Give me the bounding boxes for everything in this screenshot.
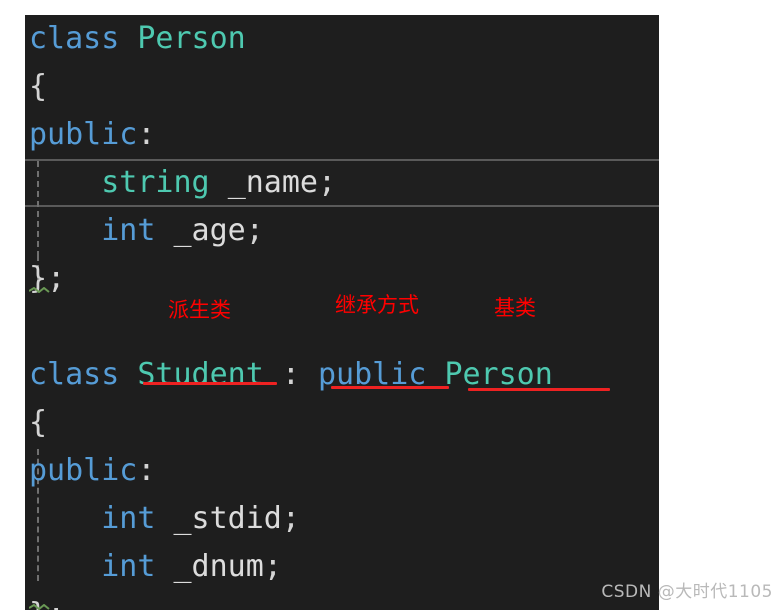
code-line[interactable]: { [25,63,659,111]
error-squiggle-icon [29,604,51,610]
token-punct: ; [318,165,337,200]
token-type: string [101,165,210,200]
token-keyword: int [101,501,156,536]
token-keyword: int [101,213,156,248]
annotation-label-inheritance-mode: 继承方式 [335,293,419,317]
token-variable: _name [227,165,318,200]
code-line[interactable]: int _dnum; [25,543,659,591]
code-line[interactable]: int _stdid; [25,495,659,543]
token-variable: _age [173,213,246,248]
code-line[interactable]: public: [25,111,659,159]
token-variable: _dnum [173,549,264,584]
annotation-underline-base [468,388,610,391]
annotation-label-derived-class: 派生类 [168,298,231,322]
token-variable: _stdid [173,501,282,536]
token-type: Student [137,357,264,392]
token-brace: { [29,69,48,104]
code-line[interactable]: class Student : public Person [25,351,659,399]
code-line[interactable]: }; [25,591,659,610]
token-type: Person [137,21,246,56]
code-line[interactable]: class Person [25,15,659,63]
code-editor-panel[interactable]: class Person { public: string _name; int… [25,15,659,610]
token-colon: : [263,357,318,392]
token-punct: ; [245,213,264,248]
annotation-underline-derived [143,382,277,385]
token-keyword: class [29,357,138,392]
token-punct: ; [263,549,282,584]
csdn-watermark: CSDN @大时代1105 [601,582,773,602]
code-line[interactable]: { [25,399,659,447]
token-keyword: public [29,117,138,152]
token-brace: { [29,405,48,440]
token-colon: : [137,453,156,488]
code-line[interactable]: int _age; [25,207,659,255]
annotation-label-base-class: 基类 [494,296,536,320]
token-keyword: int [101,549,156,584]
annotation-underline-mode [331,386,449,389]
code-line[interactable]: public: [25,447,659,495]
token-type: Person [444,357,553,392]
token-punct: ; [281,501,300,536]
token-colon: : [137,117,156,152]
error-squiggle-icon [29,287,51,293]
token-keyword: class [29,21,138,56]
code-line-current[interactable]: string _name; [25,159,659,207]
token-keyword: public [29,453,138,488]
